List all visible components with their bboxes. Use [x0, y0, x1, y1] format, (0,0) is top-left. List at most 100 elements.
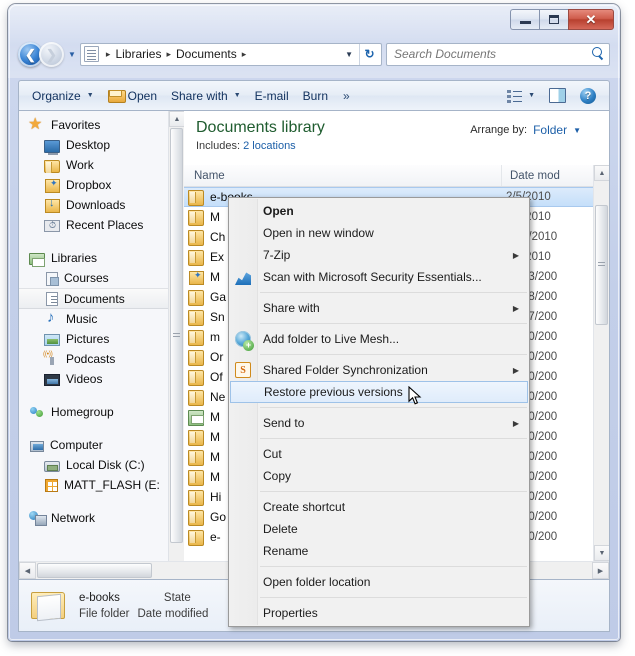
pictures-icon — [44, 334, 60, 346]
change-view-button[interactable]: ▼ — [500, 85, 542, 107]
sidebar-item-podcasts[interactable]: Podcasts — [19, 349, 184, 369]
sidebar-item-matt-flash-e[interactable]: MATT_FLASH (E: — [19, 475, 184, 495]
folder-front-shape — [37, 593, 61, 621]
context-menu-item-label: Properties — [263, 606, 318, 620]
sidebar-item-computer[interactable]: Computer — [19, 435, 184, 455]
search-box[interactable]: Search Documents — [386, 43, 610, 66]
breadcrumb-item-documents[interactable]: Documents — [176, 47, 237, 61]
chevron-down-icon: ▼ — [528, 92, 535, 99]
context-menu-item-cut[interactable]: Cut — [229, 443, 529, 465]
search-icon[interactable] — [591, 47, 605, 61]
refresh-button[interactable]: ↻ — [359, 44, 379, 65]
podcasts-icon — [44, 351, 60, 367]
context-menu-separator — [260, 597, 527, 598]
scroll-right-button[interactable]: ▶ — [592, 562, 609, 579]
sidebar-item-pictures[interactable]: Pictures — [19, 329, 184, 349]
context-menu-separator — [260, 491, 527, 492]
maximize-icon — [549, 15, 559, 24]
nav-group-gap — [19, 422, 184, 435]
scroll-up-button[interactable]: ▲ — [169, 111, 184, 127]
context-menu: Open Open in new window 7-Zip ▶ Scan wit… — [228, 197, 530, 627]
context-menu-item-open-folder-location[interactable]: Open folder location — [229, 571, 529, 593]
sidebar-item-work[interactable]: Work — [19, 155, 184, 175]
file-list-scroll-thumb[interactable] — [595, 205, 608, 325]
nav-label: MATT_FLASH (E: — [64, 478, 160, 492]
context-menu-item-shared-folder-synchronization[interactable]: S Shared Folder Synchronization ▶ — [229, 359, 529, 381]
organize-button[interactable]: Organize ▼ — [25, 85, 101, 107]
folder-icon — [188, 490, 204, 506]
folder-icon — [188, 530, 204, 546]
submenu-arrow-icon: ▶ — [513, 419, 519, 428]
chevron-down-icon[interactable]: ▼ — [573, 126, 581, 135]
submenu-arrow-icon: ▶ — [513, 251, 519, 260]
context-menu-item-copy[interactable]: Copy — [229, 465, 529, 487]
context-menu-item-scan-with-mse[interactable]: Scan with Microsoft Security Essentials.… — [229, 266, 529, 288]
address-bar-row: ❮ ❯ ▼ ▸ Libraries ▸ Documents ▸ ▼ ↻ — [18, 40, 610, 68]
navigation-pane-scrollbar[interactable]: ▲ ▼ — [168, 111, 184, 579]
close-button[interactable]: ✕ — [568, 9, 614, 30]
burn-button[interactable]: Burn — [296, 85, 335, 107]
context-menu-item-create-shortcut[interactable]: Create shortcut — [229, 496, 529, 518]
context-menu-item-send-to[interactable]: Send to ▶ — [229, 412, 529, 434]
sidebar-item-recent-places[interactable]: Recent Places — [19, 215, 184, 235]
address-bar[interactable]: ▸ Libraries ▸ Documents ▸ ▼ ↻ — [80, 43, 382, 66]
context-menu-separator — [260, 438, 527, 439]
sidebar-item-homegroup[interactable]: Homegroup — [19, 402, 184, 422]
sidebar-item-network[interactable]: Network — [19, 508, 184, 528]
nav-label: Network — [51, 511, 95, 525]
context-menu-item-rename[interactable]: Rename — [229, 540, 529, 562]
context-menu-item-7-zip[interactable]: 7-Zip ▶ — [229, 244, 529, 266]
sidebar-item-courses[interactable]: Courses — [19, 268, 184, 288]
minimize-button[interactable] — [510, 9, 539, 30]
share-with-button[interactable]: Share with ▼ — [164, 85, 248, 107]
preview-pane-button[interactable] — [542, 84, 573, 107]
breadcrumb-separator-icon[interactable]: ▸ — [242, 49, 247, 60]
sidebar-item-dropbox[interactable]: Dropbox — [19, 175, 184, 195]
toolbar-overflow-button[interactable]: » — [335, 85, 358, 107]
navigation-pane-hscrollbar[interactable]: ◀ — [19, 561, 184, 579]
breadcrumb-item-libraries[interactable]: Libraries — [115, 47, 161, 61]
scroll-left-button[interactable]: ◀ — [19, 562, 36, 579]
recent-pages-caret-icon[interactable]: ▼ — [68, 50, 76, 59]
sidebar-item-desktop[interactable]: Desktop — [19, 135, 184, 155]
documents-crumb-icon[interactable] — [84, 46, 99, 62]
context-menu-item-add-folder-to-live-mesh[interactable]: Add folder to Live Mesh... — [229, 328, 529, 350]
includes-label: Includes: — [196, 140, 240, 152]
dropbox-folder-icon — [44, 177, 60, 193]
file-list-scrollbar[interactable]: ▲ ▼ — [593, 165, 609, 561]
navigation-pane-hscroll-thumb[interactable] — [37, 563, 152, 578]
scroll-down-button[interactable]: ▼ — [594, 545, 609, 561]
forward-button[interactable]: ❯ — [39, 42, 64, 67]
context-menu-item-share-with[interactable]: Share with ▶ — [229, 297, 529, 319]
context-menu-item-open[interactable]: Open — [229, 200, 529, 222]
nav-header-favorites[interactable]: Favorites — [19, 115, 184, 135]
arrange-by-control[interactable]: Arrange by: Folder ▼ — [470, 123, 581, 137]
sidebar-item-local-disk-c[interactable]: Local Disk (C:) — [19, 455, 184, 475]
search-input[interactable]: Search Documents — [394, 47, 591, 61]
sidebar-item-videos[interactable]: Videos — [19, 369, 184, 389]
help-button[interactable]: ? — [573, 84, 603, 108]
email-button[interactable]: E-mail — [248, 85, 296, 107]
sidebar-item-downloads[interactable]: Downloads — [19, 195, 184, 215]
column-header-date-label: Date mod — [510, 170, 560, 182]
scroll-up-button[interactable]: ▲ — [594, 165, 609, 181]
column-header-name[interactable]: Name — [184, 165, 502, 186]
context-menu-item-properties[interactable]: Properties — [229, 602, 529, 624]
navigation-pane-scroll-thumb[interactable] — [170, 128, 183, 543]
nav-header-libraries[interactable]: Libraries — [19, 248, 184, 268]
nav-label: Music — [66, 312, 97, 326]
scroll-grip-icon — [173, 333, 180, 339]
context-menu-item-delete[interactable]: Delete — [229, 518, 529, 540]
sidebar-item-music[interactable]: Music — [19, 309, 184, 329]
context-menu-item-open-in-new-window[interactable]: Open in new window — [229, 222, 529, 244]
context-menu-item-restore-previous-versions[interactable]: Restore previous versions — [230, 381, 528, 403]
address-history-dropdown-icon[interactable]: ▼ — [345, 50, 353, 59]
folder-icon — [44, 160, 60, 173]
arrange-by-value[interactable]: Folder — [533, 123, 567, 137]
maximize-button[interactable] — [539, 9, 568, 30]
includes-locations-link[interactable]: 2 locations — [243, 140, 296, 152]
sidebar-item-documents[interactable]: Documents — [19, 288, 184, 309]
open-button[interactable]: Open — [101, 85, 164, 107]
details-state-label: State — [164, 590, 191, 606]
views-list-icon — [507, 89, 522, 103]
